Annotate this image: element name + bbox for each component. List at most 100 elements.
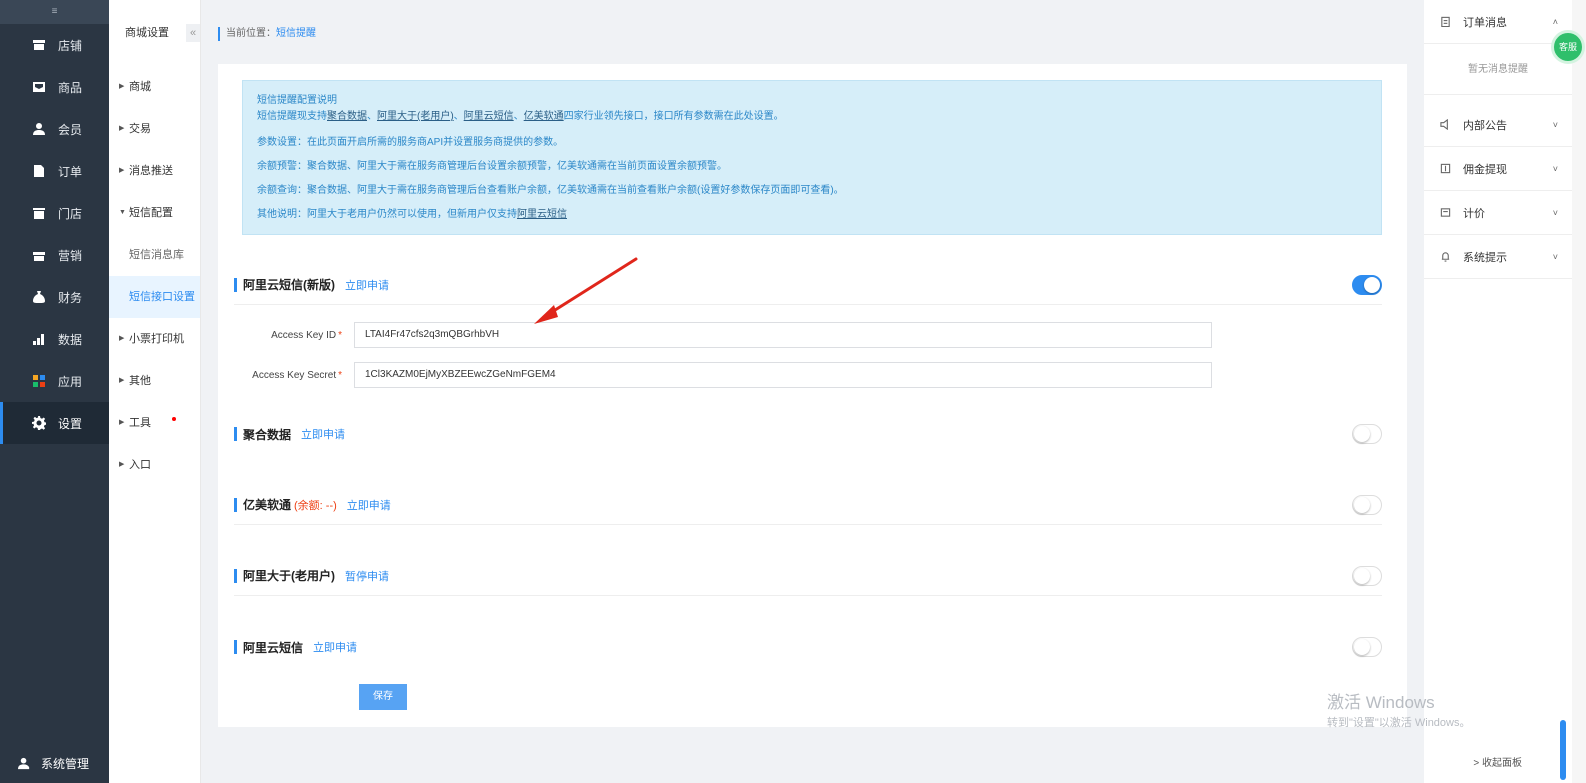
- order-icon: [32, 164, 46, 178]
- submenu-item-entry[interactable]: ▶ 入口: [109, 444, 200, 486]
- submenu-item-sms-library[interactable]: 短信消息库: [109, 234, 200, 276]
- customer-service-badge[interactable]: 客服: [1551, 30, 1585, 64]
- required-mark: *: [338, 329, 342, 341]
- caret-right-icon: ▶: [119, 419, 125, 426]
- alidayu-toggle[interactable]: [1352, 566, 1382, 586]
- sidebar-item-data[interactable]: 数据: [0, 318, 109, 360]
- submenu-item-sms-config[interactable]: ▼ 短信配置: [109, 192, 200, 234]
- apply-link[interactable]: 立即申请: [313, 639, 357, 655]
- chevron-down-icon: ˅: [1552, 119, 1558, 130]
- shop-icon: [32, 206, 46, 220]
- caret-right-icon: ▶: [119, 377, 125, 384]
- notice-link-yimei[interactable]: 亿美软通: [524, 111, 564, 122]
- submenu-item-push[interactable]: ▶ 消息推送: [109, 150, 200, 192]
- caret-right-icon: ▶: [119, 335, 125, 342]
- access-key-id-input[interactable]: LTAI4Fr47cfs2q3mQBGrhbVH: [354, 322, 1212, 348]
- access-key-id-label: Access Key ID *: [271, 329, 342, 341]
- watermark-line-1: 激活 Windows: [1327, 693, 1435, 712]
- sidebar-item-label: 门店: [58, 206, 83, 221]
- sidebar-item-store[interactable]: 店铺: [0, 24, 109, 66]
- sidebar-item-settings[interactable]: 设置: [0, 402, 109, 444]
- toggle-knob: [1354, 426, 1370, 442]
- required-mark: *: [338, 369, 342, 381]
- sidebar-item-marketing[interactable]: 营销: [0, 234, 109, 276]
- breadcrumb-prefix: 当前位置：: [226, 28, 276, 39]
- submenu-item-printer[interactable]: ▶ 小票打印机: [109, 318, 200, 360]
- panel-empty-text: 暂无消息提醒: [1424, 44, 1572, 95]
- chevron-down-icon: ˅: [1552, 251, 1558, 262]
- access-key-secret-input[interactable]: 1Cl3KAZM0EjMyXBZEEwcZGeNmFGEM4: [354, 362, 1212, 388]
- notice-link-aliyun[interactable]: 阿里云短信: [464, 111, 514, 122]
- sidebar-item-label: 设置: [58, 416, 83, 431]
- money-bag-icon: [32, 290, 46, 304]
- section-marker: [234, 427, 237, 441]
- collapse-panel-button[interactable]: > 收起面板: [1473, 754, 1522, 769]
- submenu-item-other[interactable]: ▶ 其他: [109, 360, 200, 402]
- sidebar-item-shop[interactable]: 门店: [0, 192, 109, 234]
- sidebar-collapse-toggle[interactable]: ≡: [0, 0, 109, 24]
- panel-item-commission[interactable]: 佣金提现 ˅: [1424, 147, 1572, 191]
- section-aliyun-new: 阿里云短信(新版) 立即申请: [234, 265, 1382, 305]
- clipboard-icon: [1441, 16, 1450, 27]
- sidebar-item-label: 订单: [58, 164, 83, 179]
- submenu-item-mall[interactable]: ▶ 商城: [109, 66, 200, 108]
- pause-apply-link[interactable]: 暂停申请: [345, 568, 389, 584]
- store-icon: [32, 38, 46, 52]
- apply-link[interactable]: 立即申请: [347, 497, 391, 513]
- panel-item-system[interactable]: 系统提示 ˅: [1424, 235, 1572, 279]
- access-key-id-row: Access Key ID * LTAI4Fr47cfs2q3mQBGrhbVH: [242, 322, 1212, 348]
- notice-link-alidayu[interactable]: 阿里大于(老用户): [377, 111, 454, 122]
- juhe-toggle[interactable]: [1352, 424, 1382, 444]
- apply-link[interactable]: 立即申请: [345, 277, 389, 293]
- calculator-icon: [1440, 208, 1451, 217]
- aliyun-toggle[interactable]: [1352, 637, 1382, 657]
- apps-icon: [32, 374, 46, 388]
- notice-line-4: 余额查询：聚合数据、阿里大于需在服务商管理后台查看账户余额，亿美软通需在当前查看…: [257, 185, 844, 196]
- page-scrollbar-thumb[interactable]: [1560, 720, 1566, 780]
- notice-link-juhe[interactable]: 聚合数据: [327, 111, 367, 122]
- main-card: 短信提醒配置说明 短信提醒现支持聚合数据、阿里大于(老用户)、阿里云短信、亿美软…: [218, 64, 1407, 727]
- panel-item-orders[interactable]: 订单消息 ˄: [1424, 0, 1572, 44]
- aliyun-new-toggle[interactable]: [1352, 275, 1382, 295]
- system-admin-button[interactable]: 系统管理: [0, 743, 109, 783]
- panel-item-announcements[interactable]: 内部公告 ˅: [1424, 103, 1572, 147]
- yimei-toggle[interactable]: [1352, 495, 1382, 515]
- sidebar-item-finance[interactable]: 财务: [0, 276, 109, 318]
- gift-icon: [32, 248, 46, 262]
- save-button[interactable]: 保存: [359, 684, 407, 710]
- submenu-collapse-button[interactable]: «: [186, 24, 200, 42]
- chevron-up-icon: ˄: [1552, 16, 1558, 27]
- sms-notice-box: 短信提醒配置说明 短信提醒现支持聚合数据、阿里大于(老用户)、阿里云短信、亿美软…: [242, 80, 1382, 235]
- balance-text: (余额: --): [294, 499, 337, 512]
- settings-submenu: 商城设置 « ▶ 商城 ▶ 交易 ▶ 消息推送 ▼ 短信配置 短信消息库 短信接口设置 …: [109, 0, 201, 783]
- watermark-line-2: 转到"设置"以激活 Windows。: [1327, 717, 1471, 729]
- speaker-icon: [1440, 119, 1448, 130]
- toggle-knob: [1354, 497, 1370, 513]
- section-juhe: 聚合数据 立即申请: [234, 414, 1382, 454]
- message-panel: 订单消息 ˄ 暂无消息提醒 内部公告 ˅ 佣金提现 ˅ 计价 ˅ 系统提示 ˅ …: [1424, 0, 1572, 783]
- access-key-secret-row: Access Key Secret * 1Cl3KAZM0EjMyXBZEEwcZ…: [242, 362, 1212, 388]
- toggle-knob: [1354, 639, 1370, 655]
- notice-link-aliyun-sms[interactable]: 阿里云短信: [517, 209, 567, 220]
- toggle-knob: [1354, 568, 1370, 584]
- goods-icon: [32, 80, 46, 94]
- sidebar-item-apps[interactable]: 应用: [0, 360, 109, 402]
- submenu-item-tools[interactable]: ▶ 工具: [109, 402, 200, 444]
- notice-line-3: 余额预警：聚合数据、阿里大于需在服务商管理后台设置余额预警，亿美软通需在当前页面…: [257, 161, 727, 172]
- bell-icon: [1441, 252, 1450, 262]
- notice-title: 短信提醒配置说明: [257, 95, 337, 106]
- caret-down-icon: ▼: [119, 209, 126, 216]
- panel-item-pricing[interactable]: 计价 ˅: [1424, 191, 1572, 235]
- breadcrumb-current[interactable]: 短信提醒: [276, 28, 316, 39]
- apply-link[interactable]: 立即申请: [301, 426, 345, 442]
- sidebar-item-label: 商品: [58, 80, 83, 95]
- sidebar-item-goods[interactable]: 商品: [0, 66, 109, 108]
- main-sidebar: ≡ 店铺 商品 会员 订单 门店 营销 财务 数据 应用 设置 系统管理: [0, 0, 109, 783]
- caret-right-icon: ▶: [119, 167, 125, 174]
- sidebar-item-member[interactable]: 会员: [0, 108, 109, 150]
- submenu-item-sms-interface[interactable]: 短信接口设置: [109, 276, 200, 318]
- sidebar-item-label: 数据: [58, 332, 83, 347]
- submenu-item-trade[interactable]: ▶ 交易: [109, 108, 200, 150]
- sidebar-item-label: 财务: [58, 290, 83, 305]
- sidebar-item-order[interactable]: 订单: [0, 150, 109, 192]
